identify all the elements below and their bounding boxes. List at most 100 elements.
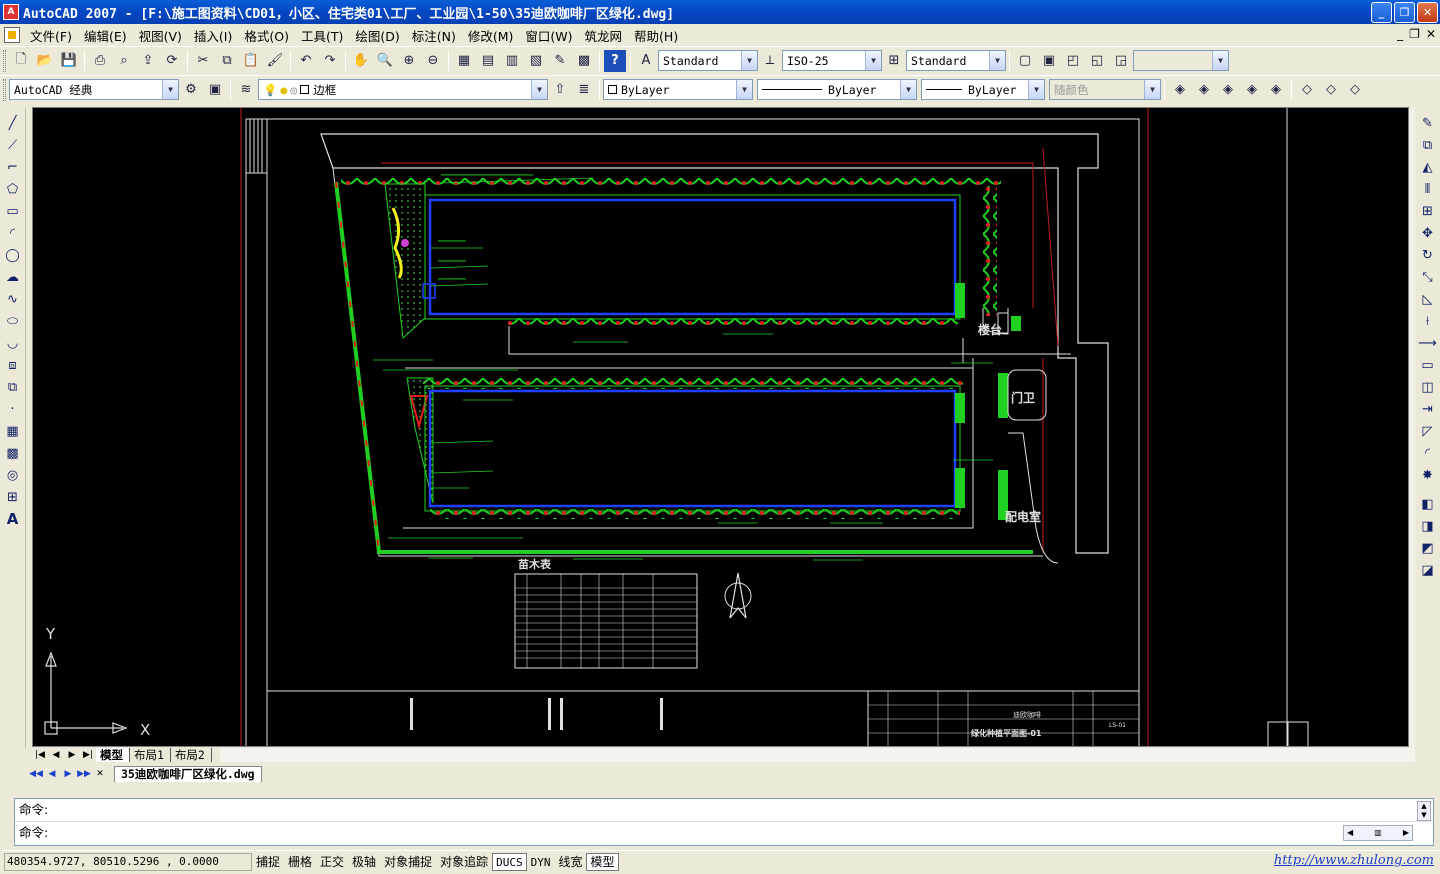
chevron-down-icon[interactable]: ▼	[531, 80, 547, 99]
revision-cloud-icon[interactable]: ☁	[3, 267, 23, 287]
hatch-icon[interactable]: ▦	[3, 421, 23, 441]
zoom-previous-icon[interactable]: ⊖	[422, 50, 444, 72]
menu-file[interactable]: 文件(F)	[24, 26, 78, 45]
chevron-down-icon[interactable]: ▼	[741, 51, 757, 70]
ellipse-arc-icon[interactable]: ◡	[3, 333, 23, 353]
otrack-toggle[interactable]: 对象追踪	[436, 853, 492, 871]
layer-select[interactable]: 💡 ● ◎ 边框 ▼	[258, 79, 548, 100]
text-style-icon[interactable]: A	[635, 50, 657, 72]
viewport-scale-select[interactable]: ▼	[1133, 50, 1229, 71]
redo-icon[interactable]: ↷	[319, 50, 341, 72]
layer-previous-icon[interactable]: ≣	[573, 79, 595, 101]
circle-icon[interactable]: ◯	[3, 245, 23, 265]
cut-icon[interactable]: ✂	[192, 50, 214, 72]
scroll-thumb[interactable]: ▥	[1374, 826, 1382, 840]
viewport-single-icon[interactable]: ▢	[1014, 50, 1036, 72]
layer-tool-8-icon[interactable]: ◇	[1344, 79, 1366, 101]
canvas-vertical-scrollbar[interactable]	[1409, 107, 1415, 747]
sun-icon[interactable]: ●	[280, 83, 287, 97]
zoom-window-icon[interactable]: ⊕	[398, 50, 420, 72]
viewport-convert-icon[interactable]: ◱	[1086, 50, 1108, 72]
move-icon[interactable]: ✥	[1418, 223, 1438, 243]
color-select[interactable]: ByLayer ▼	[603, 79, 753, 100]
dim-style-icon[interactable]: ⟂	[759, 50, 781, 72]
doc-next-icon[interactable]: ▶	[60, 769, 76, 779]
stretch-icon[interactable]: ◺	[1418, 289, 1438, 309]
construction-line-icon[interactable]: ⟋	[3, 135, 23, 155]
menu-edit[interactable]: 编辑(E)	[78, 26, 133, 45]
chamfer-icon[interactable]: ◸	[1418, 421, 1438, 441]
workspace-select[interactable]: AutoCAD 经典 ▼	[9, 79, 179, 100]
menu-help[interactable]: 帮助(H)	[628, 26, 684, 45]
menu-format[interactable]: 格式(O)	[238, 26, 295, 45]
document-tab[interactable]: 35迪欧咖啡厂区绿化.dwg	[114, 766, 262, 782]
trim-icon[interactable]: ⟊	[1418, 311, 1438, 331]
scroll-right-icon[interactable]: ▶	[1403, 826, 1409, 840]
layer-tool-2-icon[interactable]: ◈	[1193, 79, 1215, 101]
ducs-toggle[interactable]: DUCS	[492, 852, 527, 871]
draworder-4-icon[interactable]: ◪	[1418, 560, 1438, 580]
doc-last-icon[interactable]: ▶▶	[76, 769, 92, 779]
dyn-toggle[interactable]: DYN	[527, 853, 555, 871]
layer-tool-4-icon[interactable]: ◈	[1241, 79, 1263, 101]
multiline-text-icon[interactable]: A	[3, 509, 23, 529]
close-button[interactable]: ✕	[1417, 2, 1438, 23]
menu-view[interactable]: 视图(V)	[133, 26, 188, 45]
paste-icon[interactable]: 📋	[240, 50, 262, 72]
design-center-icon[interactable]: ▤	[477, 50, 499, 72]
chevron-down-icon[interactable]: ▼	[1144, 80, 1160, 99]
table-style-icon[interactable]: ⊞	[883, 50, 905, 72]
scroll-left-icon[interactable]: ◀	[1347, 826, 1353, 840]
mirror-icon[interactable]: ◭	[1418, 157, 1438, 177]
ortho-toggle[interactable]: 正交	[316, 853, 348, 871]
chevron-down-icon[interactable]: ▼	[162, 80, 178, 99]
sheet-set-icon[interactable]: ▧	[525, 50, 547, 72]
plotstyle-select[interactable]: 随颜色 ▼	[1049, 79, 1161, 100]
copy-icon[interactable]: ⧉	[216, 50, 238, 72]
viewport-clip-icon[interactable]: ◰	[1062, 50, 1084, 72]
last-tab-icon[interactable]: ▶|	[80, 750, 96, 760]
layer-manager-icon[interactable]: ≋	[235, 79, 257, 101]
viewport-polygon-icon[interactable]: ▣	[1038, 50, 1060, 72]
menu-insert[interactable]: 插入(I)	[188, 26, 238, 45]
print-icon[interactable]: ⎙	[89, 50, 111, 72]
doc-close-tab-icon[interactable]: ✕	[92, 769, 108, 779]
calculator-icon[interactable]: ▩	[573, 50, 595, 72]
autocad-app-icon[interactable]: A	[3, 4, 19, 20]
menu-zhulong[interactable]: 筑龙网	[579, 26, 629, 45]
break-icon[interactable]: ◫	[1418, 377, 1438, 397]
point-icon[interactable]: ·	[3, 399, 23, 419]
make-layer-current-icon[interactable]: ⇧	[549, 79, 571, 101]
tab-layout1[interactable]: 布局1	[130, 748, 171, 762]
tab-layout2[interactable]: 布局2	[171, 748, 212, 762]
draworder-2-icon[interactable]: ◨	[1418, 516, 1438, 536]
menu-tools[interactable]: 工具(T)	[295, 26, 349, 45]
drawing-canvas[interactable]: ▔▔▔▔▔▔▔▔▔▔▔▔▔▔▔▔▔▔▔▔ ▔▔▔▔▔▔ ▔▔▔▔▔▔ ▔▔▔▔▔…	[32, 107, 1409, 747]
doc-minimize-icon[interactable]: _	[1397, 27, 1403, 41]
minimize-button[interactable]: _	[1371, 2, 1392, 23]
doc-restore-icon[interactable]: ❐	[1409, 27, 1420, 41]
extend-icon[interactable]: ⟶	[1418, 333, 1438, 353]
chevron-down-icon[interactable]: ▼	[736, 80, 752, 99]
erase-icon[interactable]: ✎	[1418, 113, 1438, 133]
table-style-select[interactable]: Standard ▼	[906, 50, 1006, 71]
chevron-down-icon[interactable]: ▼	[865, 51, 881, 70]
chevron-down-icon[interactable]: ▼	[1028, 80, 1044, 99]
doc-first-icon[interactable]: ◀◀	[28, 769, 44, 779]
document-icon[interactable]	[4, 27, 20, 43]
tab-model[interactable]: 模型	[96, 748, 130, 762]
coordinate-readout[interactable]: 480354.9727, 80510.5296 , 0.0000	[4, 852, 252, 871]
menu-modify[interactable]: 修改(M)	[462, 26, 520, 45]
doc-prev-icon[interactable]: ◀	[44, 769, 60, 779]
chevron-down-icon[interactable]: ▼	[989, 51, 1005, 70]
markup-icon[interactable]: ✎	[549, 50, 571, 72]
menu-window[interactable]: 窗口(W)	[519, 26, 578, 45]
draworder-1-icon[interactable]: ◧	[1418, 494, 1438, 514]
viewport-scale-icon[interactable]: ◲	[1110, 50, 1132, 72]
menu-dimension[interactable]: 标注(N)	[406, 26, 462, 45]
explode-icon[interactable]: ✸	[1418, 465, 1438, 485]
grid-toggle[interactable]: 栅格	[284, 853, 316, 871]
snap-toggle[interactable]: 捕捉	[252, 853, 284, 871]
pan-icon[interactable]: ✋	[350, 50, 372, 72]
layer-tool-5-icon[interactable]: ◈	[1265, 79, 1287, 101]
